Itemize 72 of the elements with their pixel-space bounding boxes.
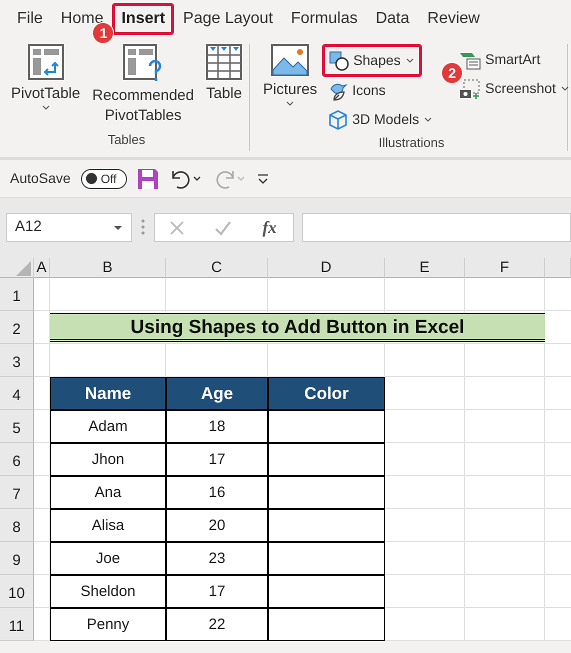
column-header[interactable]: C bbox=[166, 258, 268, 278]
pivot-question-icon bbox=[123, 44, 164, 82]
cube-icon bbox=[328, 110, 348, 130]
table-cell: 16 bbox=[166, 476, 268, 509]
row-header[interactable]: 11 bbox=[0, 608, 34, 641]
formula-input[interactable] bbox=[302, 213, 571, 242]
table-icon bbox=[206, 44, 242, 80]
name-box[interactable]: A12 bbox=[6, 213, 132, 242]
customize-icon bbox=[256, 172, 269, 186]
ribbon-tab[interactable]: File bbox=[8, 4, 52, 34]
table-cell: 17 bbox=[166, 443, 268, 476]
dropdown-icon bbox=[113, 224, 123, 230]
table-cell: 23 bbox=[166, 542, 268, 575]
row-header[interactable]: 10 bbox=[0, 575, 34, 608]
select-all-button[interactable] bbox=[0, 258, 34, 278]
row-header[interactable]: 1 bbox=[0, 278, 34, 311]
table-cell: Alisa bbox=[50, 509, 166, 542]
row-header[interactable]: 9 bbox=[0, 542, 34, 575]
ribbon-button[interactable]: Recommended PivotTables bbox=[85, 44, 201, 130]
ribbon-button[interactable]: Table bbox=[203, 44, 245, 130]
row-header[interactable]: 4 bbox=[0, 377, 34, 410]
column-header[interactable]: E bbox=[385, 258, 465, 278]
table-cell: Jhon bbox=[50, 443, 166, 476]
step-badge: 2 bbox=[441, 62, 464, 84]
ribbon-tab[interactable]: Data bbox=[366, 4, 418, 34]
table-cell: Sheldon bbox=[50, 575, 166, 608]
table-cell: Adam bbox=[50, 410, 166, 443]
ribbon-tab[interactable]: Insert bbox=[115, 6, 172, 32]
table-cell: Joe bbox=[50, 542, 166, 575]
ribbon-tab[interactable]: Page Layout bbox=[174, 4, 282, 34]
sheet-title: Using Shapes to Add Button in Excel bbox=[50, 313, 545, 342]
column-header[interactable]: D bbox=[268, 258, 385, 278]
screenshot-icon bbox=[459, 78, 482, 98]
column-header[interactable]: A bbox=[34, 258, 50, 278]
triangle-icon bbox=[16, 260, 32, 276]
autosave-label: AutoSave bbox=[10, 169, 71, 188]
column-header[interactable]: F bbox=[465, 258, 545, 278]
row-header[interactable]: 5 bbox=[0, 410, 34, 443]
table-cell: 18 bbox=[166, 410, 268, 443]
column-header[interactable]: B bbox=[50, 258, 166, 278]
ribbon-button[interactable]: 3D Models bbox=[324, 106, 438, 133]
ribbon-button[interactable]: Shapes bbox=[325, 47, 419, 74]
table-header: Name bbox=[50, 377, 166, 410]
table-cell: Ana bbox=[50, 476, 166, 509]
autosave-toggle[interactable]: Off bbox=[80, 168, 127, 188]
step-badge: 1 bbox=[92, 22, 114, 44]
column-header[interactable] bbox=[545, 258, 571, 278]
table-cell: 22 bbox=[166, 608, 268, 641]
ribbon-tab[interactable]: Review bbox=[418, 4, 489, 34]
row-header[interactable]: 6 bbox=[0, 443, 34, 476]
shapes-icon bbox=[329, 50, 350, 70]
cancel-icon bbox=[169, 220, 186, 236]
picture-icon bbox=[271, 44, 310, 76]
row-header[interactable]: 3 bbox=[0, 344, 34, 377]
group-label: Tables bbox=[106, 130, 146, 148]
group-label: Illustrations bbox=[378, 134, 446, 152]
row-header[interactable]: 7 bbox=[0, 476, 34, 509]
table-cell: 17 bbox=[166, 575, 268, 608]
ribbon-button[interactable]: Icons bbox=[324, 77, 390, 104]
table-cell: Penny bbox=[50, 608, 166, 641]
ribbon-button[interactable]: Pictures bbox=[260, 44, 320, 133]
pivot-table-icon bbox=[28, 44, 64, 80]
table-header: Color bbox=[268, 377, 385, 410]
ribbon-button[interactable]: PivotTable bbox=[8, 44, 84, 130]
table-cell: 20 bbox=[166, 509, 268, 542]
ribbon-tab[interactable]: Formulas bbox=[282, 4, 367, 34]
table-header: Age bbox=[166, 377, 268, 410]
row-header[interactable]: 8 bbox=[0, 509, 34, 542]
row-header[interactable]: 2 bbox=[0, 311, 34, 344]
save-icon bbox=[136, 168, 159, 190]
check-icon bbox=[214, 220, 232, 236]
insert-function-button[interactable]: fx bbox=[260, 214, 279, 240]
